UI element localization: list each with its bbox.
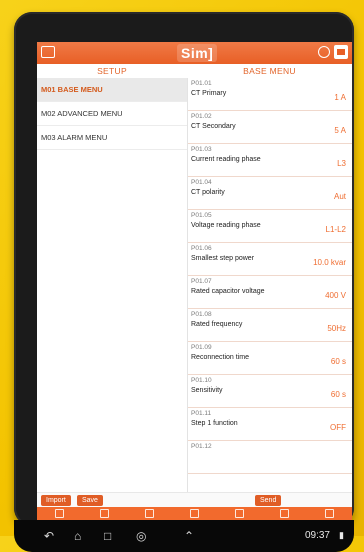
base-menu-title: BASE MENU: [243, 66, 296, 76]
cloud-icon: [280, 509, 289, 518]
param-name: Current reading phase: [191, 156, 261, 163]
param-value: 60 s: [330, 357, 346, 366]
tab-setup[interactable]: [172, 507, 217, 520]
device-icon: [100, 509, 109, 518]
param-row[interactable]: P01.12: [188, 441, 352, 474]
tab-measure[interactable]: [127, 507, 172, 520]
param-code: P01.06: [191, 245, 212, 252]
android-nav-bar: ↶ ⌂ □ ◎ ⌃ 09:37 ▮: [14, 520, 354, 552]
param-value: 5 A: [334, 126, 346, 135]
send-button[interactable]: Send: [255, 495, 282, 506]
tab-data[interactable]: [217, 507, 262, 520]
data-icon: [235, 509, 244, 518]
param-code: P01.10: [191, 377, 212, 384]
param-name: Reconnection time: [191, 354, 249, 361]
param-code: P01.01: [191, 80, 212, 87]
recents-icon[interactable]: □: [104, 530, 111, 542]
menu-item-advanced[interactable]: M02 ADVANCED MENU: [37, 102, 187, 126]
param-name: Step 1 function: [191, 420, 238, 427]
param-value: OFF: [330, 423, 346, 432]
action-bar: Import Save Send: [37, 492, 352, 508]
param-code: P01.09: [191, 344, 212, 351]
tab-home[interactable]: [37, 507, 82, 520]
param-value: Aut: [333, 192, 346, 201]
settings-icon[interactable]: [334, 45, 348, 59]
param-row[interactable]: P01.09 Reconnection time 60 s: [188, 342, 352, 375]
title-bar: Sim]: [37, 42, 352, 64]
param-row[interactable]: P01.01 CT Primary 1 A: [188, 78, 352, 111]
param-value: 10.0 kvar: [313, 258, 346, 267]
param-row[interactable]: P01.11 Step 1 function OFF: [188, 408, 352, 441]
chevron-up-icon[interactable]: ⌃: [184, 530, 194, 542]
bottom-tabs: [37, 507, 352, 520]
param-code: P01.12: [191, 443, 212, 450]
menu-list: M01 BASE MENU M02 ADVANCED MENU M03 ALAR…: [37, 78, 188, 492]
tab-info[interactable]: [307, 507, 352, 520]
param-code: P01.07: [191, 278, 212, 285]
tab-cloud[interactable]: [262, 507, 307, 520]
param-code: P01.04: [191, 179, 212, 186]
screenshot-icon[interactable]: ◎: [136, 530, 146, 542]
user-icon[interactable]: [318, 46, 330, 58]
meter-icon: [145, 509, 154, 518]
info-icon: [325, 509, 334, 518]
param-name: CT Secondary: [191, 123, 236, 130]
home-icon: [55, 509, 64, 518]
param-row[interactable]: P01.02 CT Secondary 5 A: [188, 111, 352, 144]
app-screen: Sim] SETUP BASE MENU M01 BASE MENU M02 A…: [37, 42, 352, 520]
param-name: CT polarity: [191, 189, 225, 196]
param-row[interactable]: P01.08 Rated frequency 50Hz: [188, 309, 352, 342]
param-code: P01.03: [191, 146, 212, 153]
menu-item-alarm[interactable]: M03 ALARM MENU: [37, 126, 187, 150]
param-code: P01.02: [191, 113, 212, 120]
tablet-frame: Sim] SETUP BASE MENU M01 BASE MENU M02 A…: [14, 12, 354, 552]
device-icon[interactable]: [41, 46, 55, 58]
param-value: 400 V: [325, 291, 346, 300]
setup-icon: [190, 509, 199, 518]
param-value: L3: [337, 159, 346, 168]
param-value: 60 s: [330, 390, 346, 399]
param-value: 1 A: [334, 93, 346, 102]
param-row[interactable]: P01.06 Smallest step power 10.0 kvar: [188, 243, 352, 276]
save-button[interactable]: Save: [77, 495, 103, 506]
param-row[interactable]: P01.04 CT polarity Aut: [188, 177, 352, 210]
setup-title: SETUP: [97, 66, 127, 76]
param-row[interactable]: P01.07 Rated capacitor voltage 400 V: [188, 276, 352, 309]
param-code: P01.08: [191, 311, 212, 318]
param-row[interactable]: P01.03 Current reading phase L3: [188, 144, 352, 177]
param-name: Rated frequency: [191, 321, 243, 328]
parameter-list: P01.01 CT Primary 1 A P01.02 CT Secondar…: [188, 78, 352, 492]
param-code: P01.11: [191, 410, 212, 417]
import-button[interactable]: Import: [41, 495, 71, 506]
param-name: CT Primary: [191, 90, 227, 97]
menu-item-base[interactable]: M01 BASE MENU: [37, 78, 187, 102]
param-value: L1-L2: [325, 225, 346, 234]
param-value: 50Hz: [327, 324, 346, 333]
param-row[interactable]: P01.10 Sensitivity 60 s: [188, 375, 352, 408]
param-name: Sensitivity: [191, 387, 223, 394]
param-row[interactable]: P01.05 Voltage reading phase L1-L2: [188, 210, 352, 243]
param-name: Voltage reading phase: [191, 222, 261, 229]
back-icon[interactable]: ↶: [44, 530, 54, 542]
brand-logo: Sim]: [177, 44, 218, 62]
param-code: P01.05: [191, 212, 212, 219]
tab-device[interactable]: [82, 507, 127, 520]
home-icon[interactable]: ⌂: [74, 530, 81, 542]
